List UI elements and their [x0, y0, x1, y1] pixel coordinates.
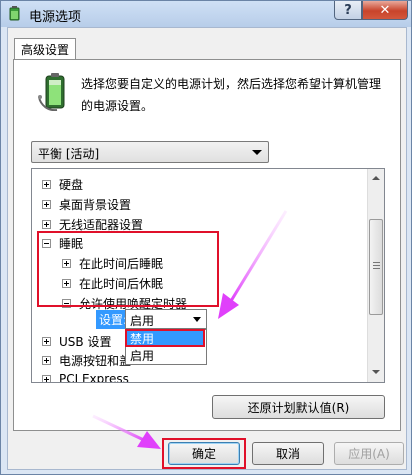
power-plan-select[interactable]: 平衡 [活动] [31, 141, 269, 163]
ok-button[interactable]: 确定 [168, 442, 240, 465]
tree-item-hard-disk[interactable]: 硬盘 [42, 174, 83, 194]
tree-scrollbar[interactable] [367, 169, 384, 382]
tree-item-label: 无线适配器设置 [59, 217, 144, 232]
tree-item-label: 桌面背景设置 [59, 197, 132, 212]
tree-item-usb-settings[interactable]: USB 设置 [42, 331, 111, 351]
grip-line [373, 268, 380, 269]
expand-icon[interactable] [42, 336, 51, 346]
tree-item-label: 电源按钮和盖 [59, 353, 132, 368]
settings-tree[interactable]: 硬盘 桌面背景设置 无线适配器设置 睡眠 在此时间后睡眠 在此时间后休眠 允许使… [31, 168, 385, 383]
help-button[interactable]: ? [334, 1, 362, 20]
scroll-up-icon[interactable] [372, 176, 380, 180]
grip-line [373, 262, 380, 263]
window-title: 电源选项 [29, 10, 82, 25]
tree-item-sleep[interactable]: 睡眠 [42, 233, 83, 253]
grip-line [373, 265, 380, 266]
scrollbar-thumb[interactable] [369, 219, 383, 315]
tree-item-label: 在此时间后睡眠 [79, 256, 164, 271]
description-text: 选择您要自定义的电源计划，然后选择您希望计算机管理的电源设置。 [81, 77, 382, 113]
tree-item-pci-express[interactable]: PCI Express [42, 369, 129, 383]
expand-icon[interactable] [62, 278, 71, 288]
dropdown-option-disable[interactable]: 禁用 [127, 331, 205, 347]
tree-item-desktop-background[interactable]: 桌面背景设置 [42, 194, 131, 214]
tree-item-sleep-after[interactable]: 在此时间后睡眠 [62, 253, 163, 273]
expand-icon[interactable] [62, 258, 71, 268]
expand-icon[interactable] [42, 179, 51, 189]
tree-item-power-buttons-lid[interactable]: 电源按钮和盖 [42, 350, 131, 370]
apply-button[interactable]: 应用(A) [334, 442, 404, 465]
expand-icon[interactable] [42, 199, 51, 209]
tree-item-wireless-adapter[interactable]: 无线适配器设置 [42, 214, 143, 234]
setting-value: 启用 [130, 314, 155, 328]
dropdown-option-enable[interactable]: 启用 [127, 348, 205, 364]
cancel-button[interactable]: 取消 [252, 442, 324, 465]
tree-item-hibernate-after[interactable]: 在此时间后休眠 [62, 273, 163, 293]
tree-item-label: 硬盘 [59, 177, 84, 192]
battery-icon [38, 73, 65, 111]
scroll-down-icon[interactable] [372, 370, 380, 374]
title-bar: 电源选项 ? ✕ [1, 1, 411, 27]
tab-advanced-settings[interactable]: 高级设置 [14, 38, 76, 60]
power-plan-value: 平衡 [活动] [38, 147, 100, 161]
tree-item-label: PCI Express [59, 372, 129, 383]
tree-item-label: 在此时间后休眠 [79, 276, 164, 291]
chevron-down-icon [193, 317, 201, 322]
collapse-icon[interactable] [62, 298, 71, 308]
power-options-icon [9, 6, 20, 21]
close-button[interactable]: ✕ [362, 1, 408, 20]
expand-icon[interactable] [42, 219, 51, 229]
tree-item-label: 睡眠 [59, 236, 84, 251]
tree-item-label: USB 设置 [59, 334, 112, 349]
setting-dropdown-list: 禁用 启用 [125, 329, 207, 365]
expand-icon[interactable] [42, 355, 51, 365]
restore-defaults-button[interactable]: 还原计划默认值(R) [212, 395, 385, 419]
collapse-icon[interactable] [42, 238, 51, 248]
power-options-dialog: 电源选项 ? ✕ 高级设置 选择您要自定义的电源计划，然后选择您希望计算机管理的… [0, 0, 412, 475]
expand-icon[interactable] [42, 374, 51, 382]
chevron-down-icon [252, 150, 262, 155]
wake-timer-setting-select[interactable]: 启用 [125, 309, 207, 329]
